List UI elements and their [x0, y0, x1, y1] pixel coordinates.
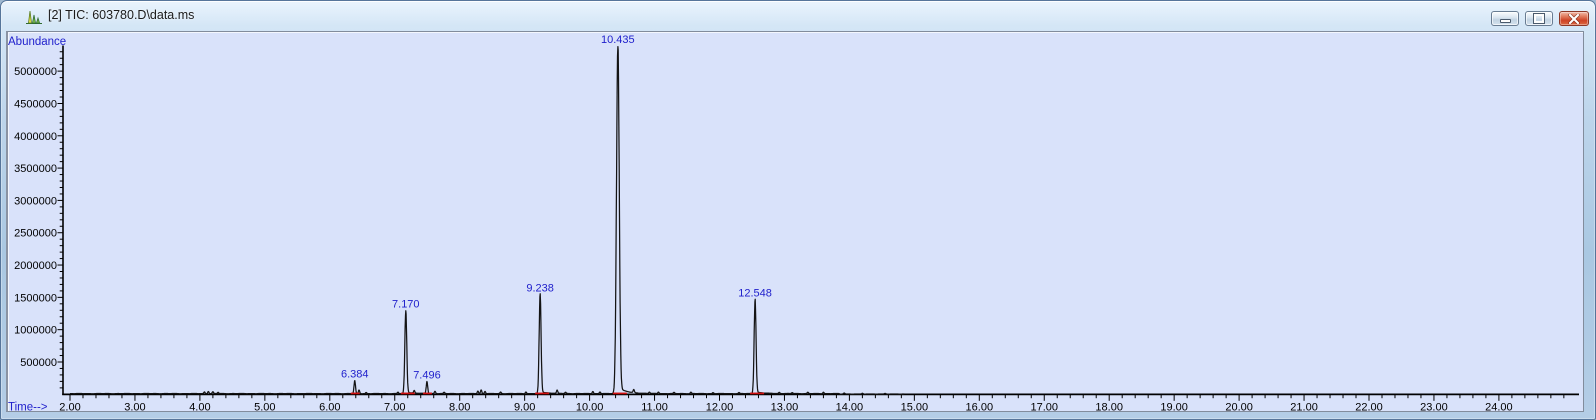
tic-trace	[69, 45, 905, 395]
svg-text:500000: 500000	[20, 357, 57, 369]
svg-text:12.00: 12.00	[706, 402, 734, 414]
svg-text:5.00: 5.00	[254, 402, 275, 414]
svg-text:1000000: 1000000	[14, 325, 57, 337]
svg-text:4.00: 4.00	[189, 402, 210, 414]
peak-label: 6.384	[341, 368, 369, 380]
svg-text:6.00: 6.00	[319, 402, 340, 414]
svg-text:17.00: 17.00	[1030, 402, 1058, 414]
svg-text:21.00: 21.00	[1290, 402, 1318, 414]
peak-label: 7.496	[413, 369, 441, 381]
svg-text:4500000: 4500000	[14, 98, 57, 110]
svg-text:15.00: 15.00	[901, 402, 929, 414]
svg-text:9.00: 9.00	[514, 402, 535, 414]
chromatogram-window: [2] TIC: 603780.D\data.ms 500000 1000000 1…	[0, 0, 1596, 420]
svg-text:4000000: 4000000	[14, 131, 57, 143]
svg-text:19.00: 19.00	[1160, 402, 1188, 414]
svg-text:7.00: 7.00	[384, 402, 405, 414]
svg-text:2000000: 2000000	[14, 260, 57, 272]
svg-text:3.00: 3.00	[124, 402, 145, 414]
svg-text:1500000: 1500000	[14, 292, 57, 304]
svg-text:20.00: 20.00	[1225, 402, 1253, 414]
tic-chromatogram-plot[interactable]: 500000 1000000 1500000 2000000 2500000 300000…	[1, 1, 1596, 420]
peak-label: 9.238	[526, 282, 554, 294]
svg-text:10.00: 10.00	[576, 402, 604, 414]
svg-text:3000000: 3000000	[14, 195, 57, 207]
svg-text:18.00: 18.00	[1095, 402, 1123, 414]
svg-text:5000000: 5000000	[14, 66, 57, 78]
y-axis-title: Abundance	[8, 36, 66, 48]
svg-text:13.00: 13.00	[771, 402, 799, 414]
svg-text:2500000: 2500000	[14, 228, 57, 240]
svg-text:3500000: 3500000	[14, 163, 57, 175]
svg-text:14.00: 14.00	[836, 402, 864, 414]
svg-text:22.00: 22.00	[1355, 402, 1383, 414]
peak-label: 12.548	[738, 288, 772, 300]
svg-text:24.00: 24.00	[1485, 402, 1513, 414]
peak-label: 10.435	[601, 34, 635, 46]
svg-text:16.00: 16.00	[966, 402, 994, 414]
svg-text:8.00: 8.00	[449, 402, 470, 414]
svg-text:23.00: 23.00	[1420, 402, 1448, 414]
svg-text:11.00: 11.00	[641, 402, 668, 414]
peak-label: 7.170	[392, 299, 420, 311]
x-axis-title: Time-->	[8, 402, 48, 414]
svg-text:2.00: 2.00	[59, 402, 80, 414]
